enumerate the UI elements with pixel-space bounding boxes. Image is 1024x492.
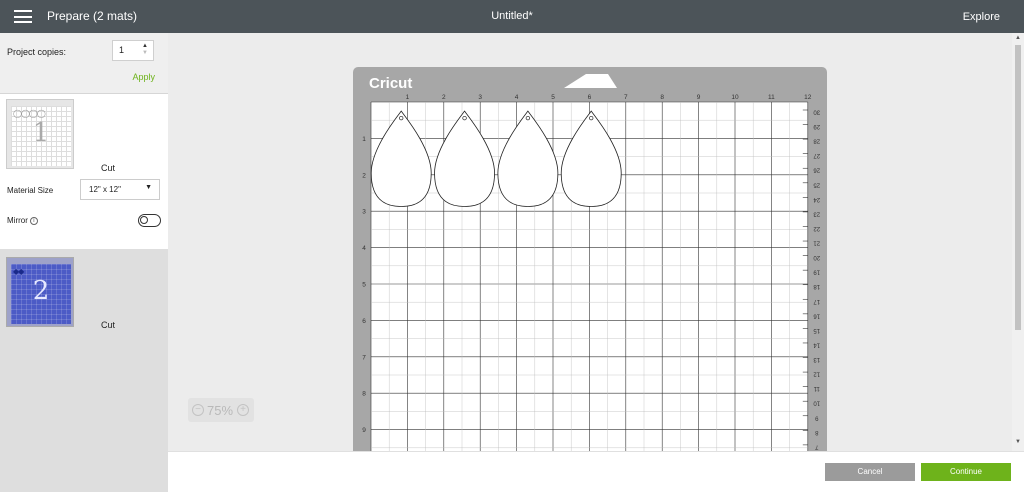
right-ruler-label: 13 <box>813 356 820 362</box>
teardrop-hole <box>399 115 404 121</box>
right-ruler-label: 12 <box>813 371 820 377</box>
left-ruler-label: 6 <box>362 318 366 325</box>
cricut-logo: Cricut <box>369 75 412 92</box>
top-ruler-label: 6 <box>588 94 592 101</box>
left-ruler-label: 7 <box>362 354 366 361</box>
right-ruler-label: 25 <box>813 181 820 187</box>
left-ruler-label: 5 <box>362 282 366 289</box>
apply-button[interactable]: Apply <box>132 72 155 82</box>
mat-2-mode: Cut <box>101 320 116 330</box>
mirror-label-text: Mirror <box>7 216 28 225</box>
teardrop-hole <box>589 115 594 121</box>
mat-1-number: 1 <box>32 118 50 148</box>
zoom-control: − 75% + <box>188 398 254 422</box>
material-size-label: Material Size <box>7 186 54 195</box>
right-ruler-label: 30 <box>813 109 820 115</box>
left-ruler-label: 3 <box>362 209 366 216</box>
left-ruler-label: 1 <box>362 136 366 143</box>
right-ruler-label: 29 <box>813 123 820 129</box>
top-bar: Prepare (2 mats) Untitled* Explore <box>0 0 1024 33</box>
stepper-up-icon[interactable]: ▲ <box>142 43 150 50</box>
chevron-down-icon: ▼ <box>145 184 152 191</box>
top-ruler-label: 10 <box>731 94 739 101</box>
left-ruler-label: 2 <box>362 172 366 179</box>
top-ruler-label: 5 <box>551 94 555 101</box>
project-copies-label: Project copies: <box>7 47 67 57</box>
hamburger-menu-icon[interactable] <box>14 10 32 23</box>
mat-card-1[interactable]: ◯◯◯◯ 1 Cut Material Size 12" x 12" ▼ Mir… <box>0 94 168 249</box>
mat-1-thumbnail[interactable]: ◯◯◯◯ 1 <box>6 99 74 169</box>
top-ruler-label: 1 <box>406 94 410 101</box>
top-ruler-label: 7 <box>624 94 628 101</box>
scroll-thumb[interactable] <box>1015 45 1021 330</box>
right-ruler-label: 20 <box>813 254 820 260</box>
mat-1-shapes-icon: ◯◯◯◯ <box>13 109 46 118</box>
info-icon[interactable]: i <box>29 216 38 225</box>
right-ruler-label: 15 <box>813 327 820 333</box>
cancel-button[interactable]: Cancel <box>825 463 915 481</box>
teardrop-hole <box>462 115 467 121</box>
right-ruler-label: 18 <box>813 283 820 289</box>
right-ruler-label: 14 <box>813 341 820 347</box>
top-ruler-label: 12 <box>804 94 812 101</box>
left-ruler-label: 8 <box>362 391 366 398</box>
right-ruler-label: 24 <box>813 196 820 202</box>
prepare-title: Prepare (2 mats) <box>47 9 138 23</box>
top-ruler-label: 4 <box>515 94 519 101</box>
continue-button[interactable]: Continue <box>921 463 1011 481</box>
top-ruler-label: 11 <box>768 94 775 101</box>
cutting-mat[interactable]: Cricut 1 2 3 4 5 6 7 8 9 10 11 12 123456789 3029282… <box>353 67 827 451</box>
scroll-up-icon[interactable]: ▲ <box>1014 35 1022 41</box>
right-ruler-label: 11 <box>813 385 820 391</box>
project-copies-input[interactable]: 1 ▲ ▼ <box>112 40 154 61</box>
machine-selector[interactable]: Explore <box>963 11 1000 23</box>
left-ruler-label: 4 <box>362 245 366 252</box>
bottom-bar: Cancel Continue <box>168 451 1024 492</box>
mirror-toggle[interactable] <box>138 214 161 227</box>
document-title: Untitled* <box>491 10 533 22</box>
right-ruler-label: 28 <box>813 138 820 144</box>
right-ruler-label: 10 <box>813 400 820 406</box>
mirror-label: Mirror i <box>7 216 38 225</box>
right-ruler-label: 26 <box>813 167 820 173</box>
zoom-in-icon[interactable]: + <box>237 404 249 416</box>
project-copies-section: Project copies: 1 ▲ ▼ Apply <box>0 33 168 93</box>
zoom-out-icon[interactable]: − <box>192 404 204 416</box>
mat-2-number: 2 <box>32 276 50 306</box>
material-size-value: 12" x 12" <box>89 185 121 194</box>
right-ruler-label: 23 <box>813 210 820 216</box>
right-ruler-label: 16 <box>813 312 820 318</box>
toggle-knob <box>140 216 148 224</box>
top-ruler-label: 9 <box>697 94 701 101</box>
mat-2-shapes-icon: ◆◆ <box>13 267 24 276</box>
right-ruler-label: 27 <box>813 152 820 158</box>
scroll-down-icon[interactable]: ▼ <box>1014 439 1022 445</box>
top-ruler-label: 8 <box>660 94 664 101</box>
copies-stepper[interactable]: ▲ ▼ <box>142 43 150 57</box>
mat-card-2[interactable]: ◆◆ 2 Cut <box>0 249 168 492</box>
mat-2-thumbnail[interactable]: ◆◆ 2 <box>6 257 74 327</box>
mats-sidebar: Project copies: 1 ▲ ▼ Apply ◯◯◯◯ 1 Cut M… <box>0 33 168 492</box>
right-ruler-label: 22 <box>813 225 820 231</box>
zoom-level: 75% <box>207 403 234 418</box>
stepper-down-icon[interactable]: ▼ <box>142 50 150 57</box>
material-size-select[interactable]: 12" x 12" ▼ <box>80 179 160 200</box>
right-ruler-label: 17 <box>813 298 820 304</box>
top-ruler-label: 2 <box>442 94 446 101</box>
left-ruler-label: 9 <box>362 427 366 434</box>
top-ruler-label: 3 <box>478 94 482 101</box>
vertical-scrollbar[interactable]: ▲ ▼ <box>1012 33 1024 451</box>
project-copies-value: 1 <box>119 45 125 55</box>
teardrop-hole <box>525 115 531 121</box>
right-ruler-label: 21 <box>813 240 820 246</box>
mat-1-mode: Cut <box>101 163 116 173</box>
right-ruler-label: 19 <box>813 269 820 275</box>
